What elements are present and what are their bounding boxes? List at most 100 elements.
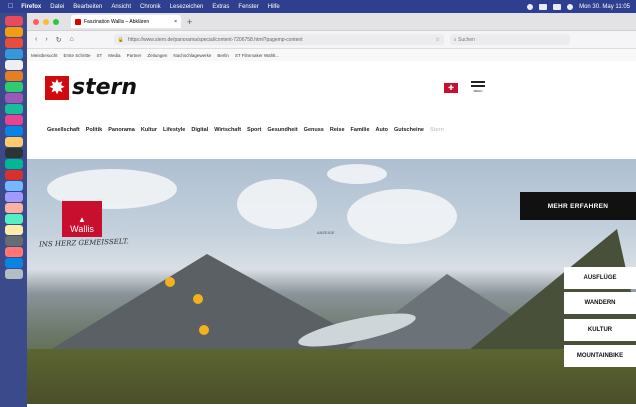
tab-active[interactable]: Faszination Wallis – Abklären × bbox=[71, 15, 181, 28]
side-link-ausfluege[interactable]: AUSFLÜGE bbox=[564, 267, 636, 289]
flower bbox=[193, 294, 203, 304]
wifi-icon[interactable] bbox=[539, 3, 548, 10]
bookmark-item[interactable]: Media bbox=[108, 53, 120, 58]
nav-item[interactable]: Gesellschaft bbox=[47, 127, 80, 133]
menu-app-name[interactable]: Firefox bbox=[21, 4, 41, 10]
back-icon[interactable]: ‹ bbox=[35, 36, 37, 43]
url-bar[interactable]: 🔒 https://www.stern.de/panorama/special/… bbox=[113, 34, 444, 45]
status-icon[interactable] bbox=[527, 3, 534, 10]
nav-item[interactable]: Auto bbox=[376, 127, 389, 133]
bookmark-item[interactable]: Partner bbox=[127, 53, 142, 58]
tab-title: Faszination Wallis – Abklären bbox=[84, 18, 150, 25]
menu-item-hilfe[interactable]: Hilfe bbox=[268, 4, 280, 10]
dock-app-icon[interactable] bbox=[4, 49, 23, 59]
search-icon[interactable] bbox=[567, 3, 574, 10]
dock-app-icon[interactable] bbox=[4, 159, 23, 169]
apple-icon[interactable]:  bbox=[8, 3, 13, 10]
bookmark-item[interactable]: ST Filmmaker Wahlt... bbox=[235, 53, 279, 58]
zoom-window-icon[interactable] bbox=[53, 18, 59, 25]
meadow bbox=[27, 349, 636, 404]
nav-item[interactable]: Reise bbox=[330, 127, 345, 133]
dock-app-icon[interactable] bbox=[4, 16, 23, 26]
home-icon[interactable]: ⌂ bbox=[70, 36, 74, 43]
wallis-brand: Wallis bbox=[70, 224, 94, 234]
nav-item[interactable]: Wirtschaft bbox=[214, 127, 241, 133]
search-input[interactable]: ⌕ Suchen bbox=[449, 34, 570, 45]
stern-favicon-icon bbox=[75, 18, 81, 25]
menu-item-extras[interactable]: Extras bbox=[212, 4, 229, 10]
dock-app-icon[interactable] bbox=[4, 170, 23, 180]
dock-app-icon[interactable] bbox=[4, 104, 23, 114]
nav-item[interactable]: Lifestyle bbox=[163, 127, 185, 133]
dock-app-icon[interactable] bbox=[4, 181, 23, 191]
side-link-mountainbike[interactable]: MOUNTAINBIKE bbox=[564, 345, 636, 367]
bookmark-item[interactable]: Zeitungen bbox=[147, 53, 167, 58]
nav-item[interactable]: Familie bbox=[351, 127, 370, 133]
nav-item[interactable]: Politik bbox=[86, 127, 103, 133]
nav-item[interactable]: Gesundheit bbox=[267, 127, 297, 133]
window-controls bbox=[33, 18, 59, 25]
dock-app-icon[interactable] bbox=[4, 126, 23, 136]
menu-button[interactable]: MENÜ bbox=[471, 81, 485, 93]
category-nav: Gesellschaft Politik Panorama Kultur Lif… bbox=[47, 127, 444, 133]
bookmark-item[interactable]: Erste Schritte bbox=[64, 53, 91, 58]
nav-item[interactable]: Genuss bbox=[304, 127, 324, 133]
menu-item-lesezeichen[interactable]: Lesezeichen bbox=[170, 4, 204, 10]
bookmark-star-icon[interactable]: ☆ bbox=[435, 37, 439, 43]
nav-item[interactable]: Gutscheine bbox=[394, 127, 424, 133]
dock-app-icon[interactable] bbox=[4, 225, 23, 235]
menu-item-datei[interactable]: Datei bbox=[50, 4, 64, 10]
swiss-flag-icon[interactable]: ✚ bbox=[444, 83, 458, 93]
stern-logo[interactable]: ✸ stern bbox=[45, 75, 137, 100]
menu-item-bearbeiten[interactable]: Bearbeiten bbox=[73, 4, 102, 10]
nav-item[interactable]: Digital bbox=[191, 127, 208, 133]
stern-star-icon: ✸ bbox=[45, 75, 69, 100]
bookmark-item[interactable]: Berlin bbox=[217, 53, 229, 58]
menu-item-ansicht[interactable]: Ansicht bbox=[111, 4, 131, 10]
menu-bar:  Firefox Datei Bearbeiten Ansicht Chron… bbox=[0, 0, 636, 13]
dock-app-icon[interactable] bbox=[4, 27, 23, 37]
tab-close-icon[interactable]: × bbox=[174, 19, 177, 25]
dock-app-icon[interactable] bbox=[4, 247, 23, 257]
menu-item-chronik[interactable]: Chronik bbox=[140, 4, 161, 10]
bookmark-item[interactable]: Nachschlagewerke bbox=[173, 53, 211, 58]
dock-app-icon[interactable] bbox=[4, 214, 23, 224]
dock-app-icon[interactable] bbox=[4, 203, 23, 213]
dock-app-icon[interactable] bbox=[4, 71, 23, 81]
dock-app-icon[interactable] bbox=[4, 82, 23, 92]
reload-icon[interactable]: ↻ bbox=[56, 36, 62, 44]
new-tab-button[interactable]: + bbox=[187, 17, 192, 27]
logo-text: stern bbox=[72, 75, 138, 100]
nav-item[interactable]: Stern bbox=[430, 127, 444, 133]
bookmark-item[interactable]: Meistbesucht bbox=[31, 53, 58, 58]
dock-app-icon[interactable] bbox=[4, 60, 23, 70]
side-link-wandern[interactable]: WANDERN bbox=[564, 292, 636, 314]
nav-item[interactable]: Kultur bbox=[141, 127, 157, 133]
battery-icon[interactable] bbox=[553, 3, 562, 10]
minimize-window-icon[interactable] bbox=[43, 18, 49, 25]
dock-app-icon[interactable] bbox=[4, 192, 23, 202]
dock-app-icon[interactable] bbox=[4, 236, 23, 246]
side-link-kultur[interactable]: KULTUR bbox=[564, 319, 636, 341]
dock-app-icon[interactable] bbox=[4, 258, 23, 268]
nav-item[interactable]: Panorama bbox=[108, 127, 135, 133]
nav-item[interactable]: Sport bbox=[247, 127, 261, 133]
search-placeholder: Suchen bbox=[458, 36, 475, 43]
bookmark-item[interactable]: ST bbox=[97, 53, 103, 58]
matterhorn-icon: ▲ bbox=[78, 215, 86, 224]
dock-app-icon[interactable] bbox=[4, 93, 23, 103]
wallis-logo[interactable]: ▲ Wallis bbox=[62, 201, 102, 237]
trash-icon[interactable] bbox=[4, 269, 23, 279]
forward-icon[interactable]: › bbox=[45, 36, 47, 43]
dock-app-icon[interactable] bbox=[4, 148, 23, 158]
clock[interactable]: Mon 30. May 11:05 bbox=[579, 4, 630, 10]
menu-item-fenster[interactable]: Fenster bbox=[238, 4, 258, 10]
dock-app-icon[interactable] bbox=[4, 38, 23, 48]
lock-icon: 🔒 bbox=[117, 36, 125, 43]
nav-toolbar: ‹ › ↻ ⌂ 🔒 https://www.stern.de/panorama/… bbox=[27, 31, 636, 49]
close-window-icon[interactable] bbox=[33, 18, 39, 25]
dock-app-icon[interactable] bbox=[4, 115, 23, 125]
more-info-button[interactable]: MEHR ERFAHREN bbox=[520, 192, 636, 220]
dock-app-icon[interactable] bbox=[4, 137, 23, 147]
flower bbox=[165, 277, 175, 287]
